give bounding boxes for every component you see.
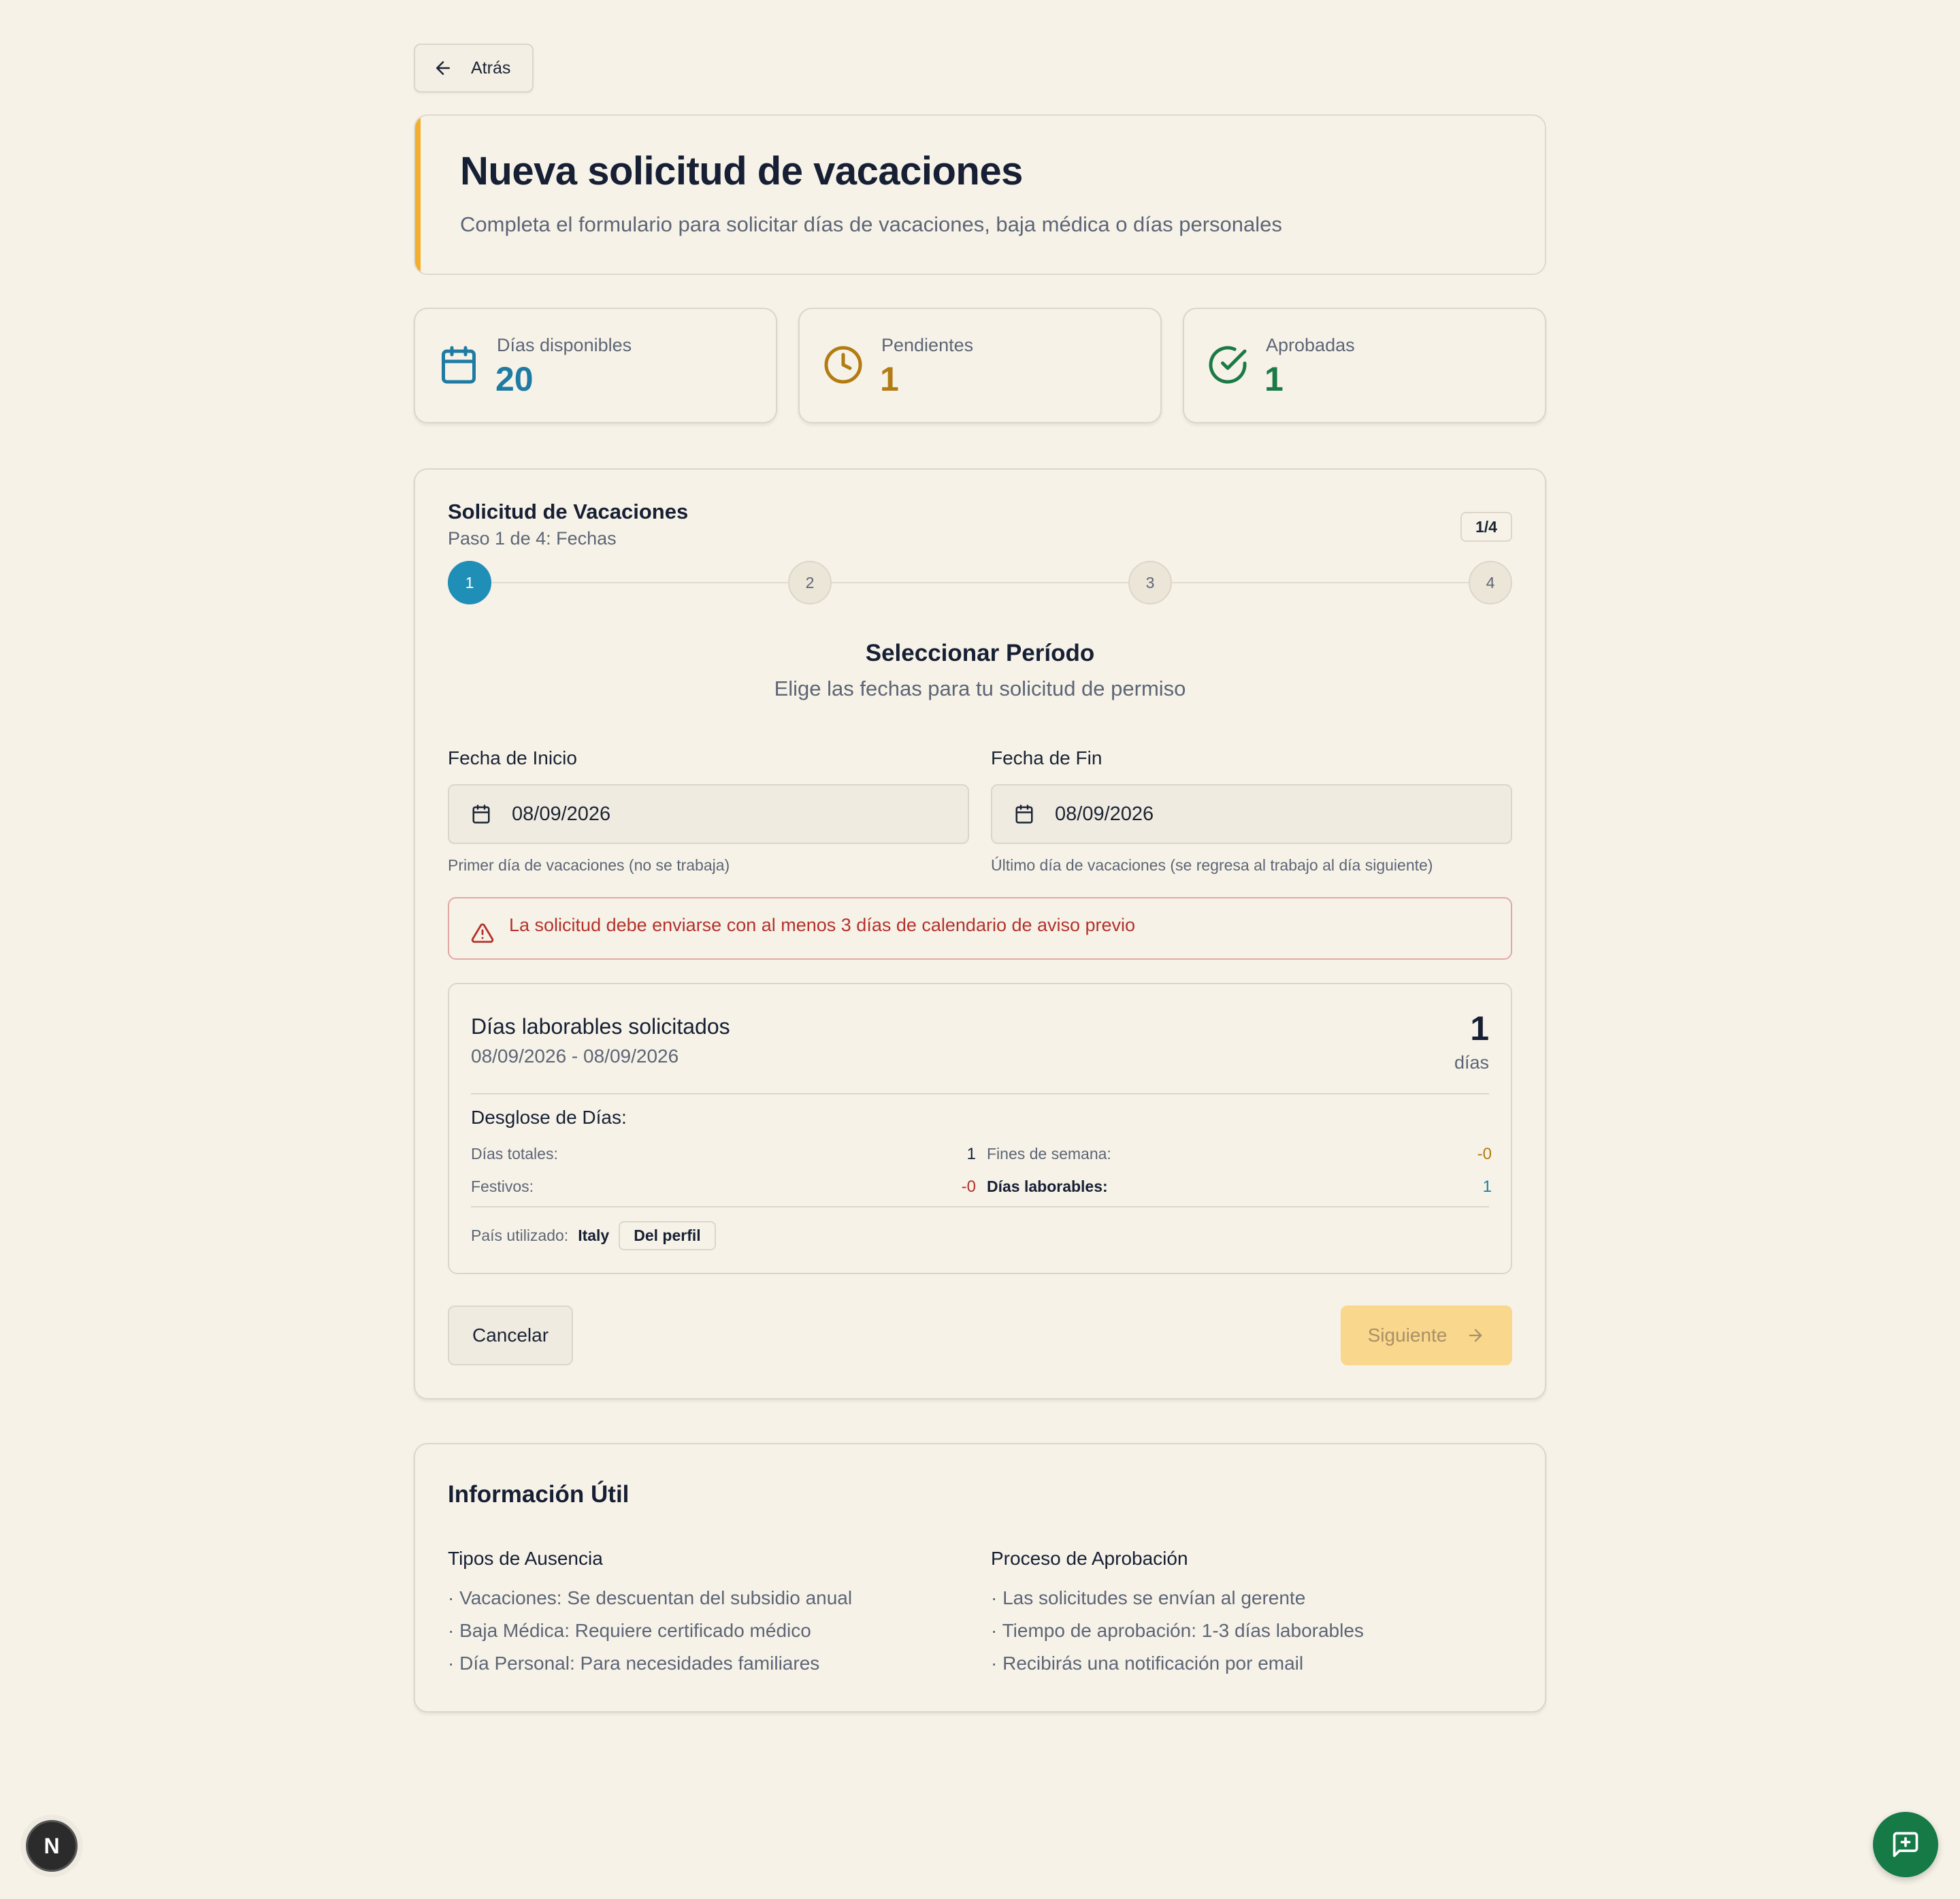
calendar-icon — [442, 346, 476, 384]
days-summary: Días laborables solicitados 08/09/2026 -… — [448, 983, 1512, 1274]
feedback-chat-button[interactable] — [1873, 1812, 1938, 1877]
country-label: País utilizado: — [471, 1227, 569, 1244]
back-button[interactable]: Atrás — [414, 44, 534, 93]
divider — [471, 1093, 1489, 1094]
calendar-icon — [1015, 805, 1033, 824]
workdays-value: 1 — [1482, 1178, 1492, 1196]
next-label: Siguiente — [1367, 1325, 1448, 1346]
summary-range: 08/09/2026 - 08/09/2026 — [471, 1045, 679, 1067]
stat-value: 1 — [880, 360, 899, 398]
end-date-input[interactable]: 08/09/2026 — [991, 784, 1512, 844]
list-item: Baja Médica: Requiere certificado médico — [448, 1614, 951, 1647]
breakdown-title: Desglose de Días: — [471, 1107, 627, 1128]
holidays-row: Festivos: -0 — [471, 1178, 976, 1197]
approval-process-section: Proceso de Aprobación Las solicitudes se… — [991, 1548, 1494, 1680]
start-date-value: 08/09/2026 — [512, 802, 611, 825]
step-4: 4 — [1469, 561, 1512, 604]
weekends-value: -0 — [1477, 1145, 1492, 1163]
stat-card-approved: Aprobadas 1 — [1183, 308, 1546, 423]
step-3: 3 — [1128, 561, 1172, 604]
stat-value: 20 — [495, 360, 534, 398]
step-2: 2 — [788, 561, 832, 604]
end-date-help: Último día de vacaciones (se regresa al … — [991, 856, 1433, 874]
check-circle-icon — [1209, 346, 1247, 384]
total-days-value: 1 — [966, 1145, 976, 1163]
list-item: Día Personal: Para necesidades familiare… — [448, 1647, 951, 1680]
list-item: Recibirás una notificación por email — [991, 1647, 1494, 1680]
dev-tools-logo: N — [44, 1833, 60, 1858]
back-label: Atrás — [471, 58, 511, 78]
info-title: Información Útil — [448, 1481, 630, 1508]
list-item: Las solicitudes se envían al gerente — [991, 1582, 1494, 1614]
summary-unit: días — [1454, 1052, 1489, 1073]
stepper-line — [491, 582, 788, 583]
approval-process-title: Proceso de Aprobación — [991, 1548, 1188, 1569]
step-badge: 1/4 — [1460, 512, 1512, 542]
weekends-label: Fines de semana: — [987, 1145, 1111, 1163]
stepper-line — [1172, 582, 1469, 583]
start-date-help: Primer día de vacaciones (no se trabaja) — [448, 856, 730, 874]
divider — [471, 1206, 1489, 1207]
absence-types-section: Tipos de Ausencia Vacaciones: Se descuen… — [448, 1548, 951, 1680]
country-info: País utilizado: Italy Del perfil — [471, 1221, 716, 1250]
holidays-value: -0 — [961, 1178, 976, 1196]
step-1: 1 — [448, 561, 491, 604]
stat-label: Aprobadas — [1266, 335, 1355, 355]
dev-tools-button[interactable]: N — [26, 1820, 78, 1872]
cancel-button[interactable]: Cancelar — [448, 1305, 573, 1365]
section-subtitle: Elige las fechas para tu solicitud de pe… — [774, 677, 1186, 700]
alert-text: La solicitud debe enviarse con al menos … — [509, 915, 1136, 935]
header-card: Nueva solicitud de vacaciones Completa e… — [414, 114, 1546, 275]
country-source-badge: Del perfil — [619, 1221, 716, 1250]
arrow-left-icon — [436, 61, 450, 75]
total-days-row: Días totales: 1 — [471, 1145, 976, 1164]
notice-alert: La solicitud debe enviarse con al menos … — [448, 897, 1512, 960]
stat-label: Pendientes — [881, 335, 974, 355]
workdays-row: Días laborables: 1 — [987, 1178, 1492, 1197]
holidays-label: Festivos: — [471, 1178, 534, 1195]
stepper-line — [832, 582, 1128, 583]
next-button[interactable]: Siguiente — [1341, 1305, 1512, 1365]
warning-icon — [471, 923, 494, 943]
section-title: Seleccionar Período — [865, 640, 1095, 666]
start-date-input[interactable]: 08/09/2026 — [448, 784, 969, 844]
end-date-value: 08/09/2026 — [1055, 802, 1154, 825]
stat-card-available: Días disponibles 20 — [414, 308, 777, 423]
stat-label: Días disponibles — [497, 335, 632, 355]
clock-icon — [824, 346, 862, 384]
absence-types-title: Tipos de Ausencia — [448, 1548, 603, 1569]
list-item: Tiempo de aprobación: 1-3 días laborable… — [991, 1614, 1494, 1647]
form-title: Solicitud de Vacaciones — [448, 500, 689, 523]
page-subtitle: Completa el formulario para solicitar dí… — [460, 212, 1282, 236]
info-card: Información Útil Tipos de Ausencia Vacac… — [414, 1443, 1546, 1713]
page-title: Nueva solicitud de vacaciones — [460, 149, 1023, 193]
total-days-label: Días totales: — [471, 1145, 558, 1163]
country-value: Italy — [578, 1227, 610, 1244]
calendar-icon — [472, 805, 490, 824]
request-form-card: Solicitud de Vacaciones Paso 1 de 4: Fec… — [414, 468, 1546, 1399]
summary-title: Días laborables solicitados — [471, 1014, 730, 1039]
list-item: Vacaciones: Se descuentan del subsidio a… — [448, 1582, 951, 1614]
arrow-right-icon — [1469, 1329, 1482, 1342]
stepper: 1 2 3 4 — [448, 561, 1512, 604]
summary-count: 1 — [1470, 1009, 1489, 1048]
form-step-text: Paso 1 de 4: Fechas — [448, 528, 617, 549]
start-date-label: Fecha de Inicio — [448, 747, 577, 768]
weekends-row: Fines de semana: -0 — [987, 1145, 1492, 1164]
workdays-label: Días laborables: — [987, 1178, 1108, 1195]
end-date-label: Fecha de Fin — [991, 747, 1102, 768]
message-plus-icon — [1893, 1832, 1918, 1857]
stat-value: 1 — [1264, 360, 1284, 398]
stat-card-pending: Pendientes 1 — [798, 308, 1162, 423]
